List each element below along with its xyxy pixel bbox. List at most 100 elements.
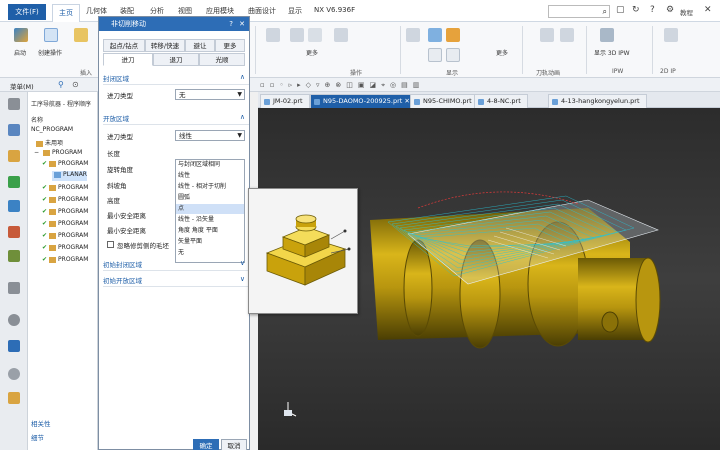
create-op-icon[interactable]	[44, 28, 58, 42]
menu-assembly[interactable]: 装配	[120, 6, 134, 16]
menu-surface[interactable]: 曲面设计	[248, 6, 276, 16]
tree-item-unused[interactable]: 未用项	[34, 138, 63, 148]
system-material-icon[interactable]	[8, 392, 20, 404]
ipw-icon[interactable]	[600, 28, 614, 42]
tab-engage[interactable]: 进刀	[103, 53, 153, 66]
open-engage-type-select[interactable]: 线性 ▼	[175, 130, 245, 141]
tab-avoidance[interactable]: 避让	[185, 39, 215, 52]
tree-item-program[interactable]: − PROGRAM	[34, 149, 82, 159]
file-menu[interactable]: 文件(F)	[8, 4, 46, 20]
tree-item-op[interactable]: ✔ PROGRAM	[42, 160, 88, 170]
menu-analysis[interactable]: 分析	[150, 6, 164, 16]
clock-icon[interactable]	[8, 368, 20, 380]
tab-start-drill-points[interactable]: 起点/钻点	[103, 39, 145, 52]
generate-icon[interactable]	[266, 28, 280, 42]
file-tab-hangkong[interactable]: 4-13-hangkongyelun.prt	[548, 94, 647, 108]
command-search-input[interactable]: ⌕	[548, 5, 610, 18]
tree-item-op[interactable]: ✔ PROGRAM	[42, 244, 88, 254]
selection-tools-icon[interactable]: ▫▫◦▹▸◇▿⊕⊗◫▣◪⌖◎▤▥	[260, 81, 424, 90]
option-vector-plane[interactable]: 矢量平面	[176, 237, 244, 247]
anim-play-icon[interactable]	[540, 28, 554, 42]
history-icon[interactable]	[8, 340, 20, 352]
settings-icon[interactable]	[8, 98, 20, 110]
column-name-header[interactable]: 名称	[31, 115, 43, 124]
machine-tool-nav-icon[interactable]	[8, 226, 20, 238]
option-none[interactable]: 无	[176, 248, 244, 258]
option-linear-vector[interactable]: 线性 - 沿矢量	[176, 215, 244, 225]
tab-transfer-rapid[interactable]: 转移/快速	[145, 39, 185, 52]
dialog-titlebar[interactable]: 非切削移动 ? ✕	[99, 17, 249, 31]
anim-step-icon[interactable]	[560, 28, 574, 42]
details-panel[interactable]: 细节	[31, 432, 44, 442]
tree-label: PROGRAM	[58, 256, 89, 263]
option-linear-relative[interactable]: 线性 - 相对于切削	[176, 182, 244, 192]
ignore-blank-checkbox[interactable]	[107, 241, 114, 248]
snap-icon[interactable]: ⊙	[72, 80, 79, 89]
display-box-icon[interactable]	[446, 48, 460, 62]
hd3d-icon[interactable]	[8, 282, 20, 294]
tab-retract[interactable]: 退刀	[153, 53, 199, 66]
help-icon[interactable]: ?	[650, 5, 655, 15]
start-icon[interactable]	[14, 28, 28, 42]
display-list-icon[interactable]	[428, 48, 442, 62]
display-toolpath-icon[interactable]	[428, 28, 442, 42]
closed-engage-type-select[interactable]: 无 ▼	[175, 89, 245, 100]
menu-geometry[interactable]: 几何体	[86, 6, 107, 16]
postprocess-icon[interactable]	[334, 28, 348, 42]
option-angle-plane[interactable]: 角度 角度 平面	[176, 226, 244, 236]
tree-item-op[interactable]: ✔ PROGRAM	[42, 232, 88, 242]
file-tab-daomo[interactable]: N95-DAOMO-200925.prt ✕	[310, 94, 417, 108]
section-initial-closed[interactable]: 初始封闭区域 ∨	[103, 259, 249, 271]
tree-label: PROGRAM	[58, 232, 89, 239]
option-arc[interactable]: 圆弧	[176, 193, 244, 203]
tree-item-op[interactable]: ✔ PROGRAM	[42, 256, 88, 266]
tutorial-label[interactable]: 教程	[680, 7, 693, 17]
filter-icon[interactable]: ⚲	[58, 80, 64, 89]
file-tab-chimo[interactable]: N95-CHIMO.prt	[410, 94, 479, 108]
tree-item-op[interactable]: ✔ PROGRAM	[42, 196, 88, 206]
window-icon[interactable]: ▢	[616, 5, 625, 15]
part-nav-icon[interactable]	[8, 176, 20, 188]
tree-item-op[interactable]: ✔ PROGRAM	[42, 220, 88, 230]
display-tool-icon[interactable]	[446, 28, 460, 42]
tab-more[interactable]: 更多	[215, 39, 245, 52]
help-button[interactable]: ?	[229, 17, 233, 31]
menu-application[interactable]: 应用模块	[206, 6, 234, 16]
folder-icon	[49, 220, 57, 227]
option-linear[interactable]: 线性	[176, 171, 244, 181]
tab-smoothing[interactable]: 光顺	[199, 53, 245, 66]
constraint-nav-icon[interactable]	[8, 150, 20, 162]
menu-display[interactable]: 显示	[288, 6, 302, 16]
2d-ipw-icon[interactable]	[664, 28, 678, 42]
refresh-icon[interactable]: ↻	[632, 5, 640, 15]
tree-root[interactable]: NC_PROGRAM	[31, 126, 73, 136]
cancel-button[interactable]: 取消	[221, 439, 247, 450]
verify-icon[interactable]	[290, 28, 304, 42]
dependencies-panel[interactable]: 相关性	[31, 418, 51, 428]
section-open-area[interactable]: 开放区域 ∧	[103, 113, 249, 125]
tree-item-op[interactable]: ✔ PROGRAM	[42, 184, 88, 194]
operation-nav-icon[interactable]	[8, 200, 20, 212]
assembly-nav-icon[interactable]	[8, 124, 20, 136]
file-tab-jm02[interactable]: JM-02.prt	[260, 94, 310, 108]
menu-dropdown[interactable]: 菜单(M)	[10, 81, 34, 91]
select-icon[interactable]	[406, 28, 420, 42]
section-closed-area[interactable]: 封闭区域 ∧	[103, 73, 249, 85]
close-button[interactable]: ✕	[239, 17, 245, 31]
web-browser-icon[interactable]	[8, 314, 20, 326]
tree-item-op[interactable]: ✔ PROGRAM	[42, 208, 88, 218]
more-ops-icon[interactable]	[308, 28, 322, 42]
tree-item-planar[interactable]: PLANAR	[52, 171, 87, 181]
menu-home[interactable]: 主页	[52, 4, 80, 22]
settings-icon[interactable]: ⚙	[666, 5, 674, 15]
close-icon[interactable]: ✕	[704, 5, 712, 15]
section-initial-open[interactable]: 初始开放区域 ∨	[103, 275, 249, 287]
option-point[interactable]: 点	[176, 204, 244, 214]
ok-button[interactable]: 确定	[193, 439, 219, 450]
menu-view[interactable]: 视图	[178, 6, 192, 16]
file-tab-4-8-nc[interactable]: 4-8-NC.prt	[474, 94, 528, 108]
option-same-as-closed[interactable]: 与封闭区域相同	[176, 160, 244, 170]
create-tool-icon[interactable]	[74, 28, 88, 42]
reuse-library-icon[interactable]	[8, 250, 20, 262]
resource-bar	[0, 92, 28, 450]
